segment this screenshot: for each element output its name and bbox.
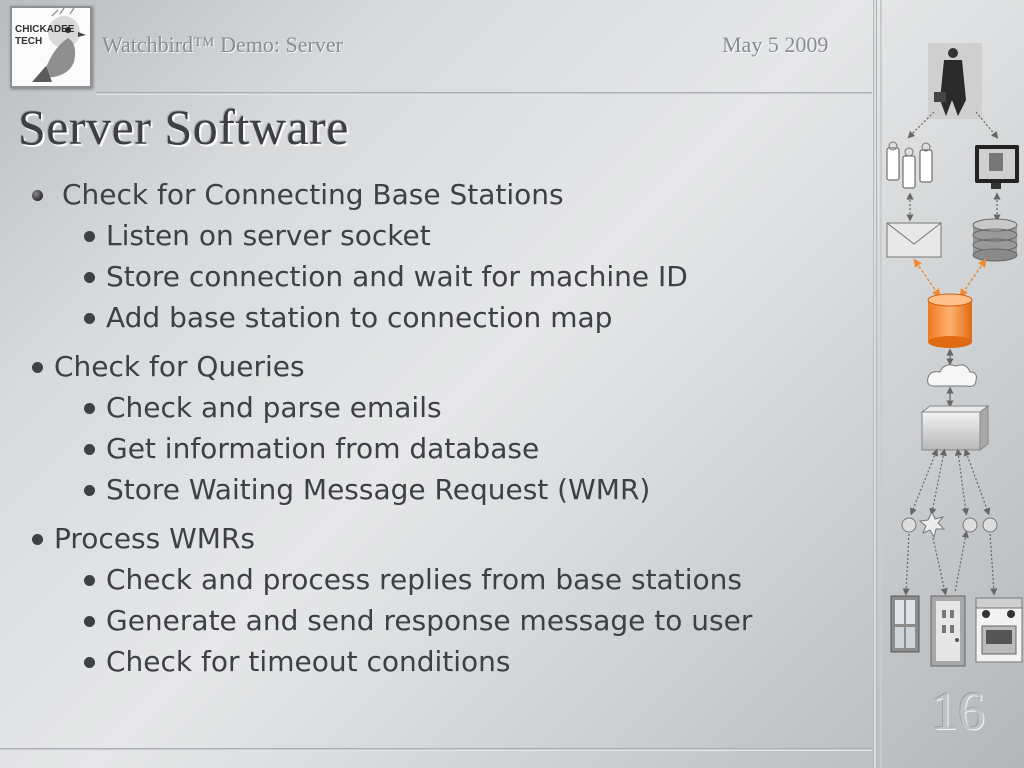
sub-bullet-item: Store Waiting Message Request (WMR): [28, 469, 868, 510]
stove-icon: [975, 597, 1023, 663]
header-title: Watchbird™ Demo: Server: [102, 32, 343, 57]
sub-bullet-item: Store connection and wait for machine ID: [28, 256, 868, 297]
sensor-node-icon: [901, 510, 998, 539]
architecture-diagram: [886, 43, 1023, 667]
mobile-devices-icon: [886, 141, 933, 189]
footer-rule: [0, 748, 872, 751]
sub-bullet-item: Check for timeout conditions: [28, 641, 868, 682]
bullet-item: Process WMRs: [28, 518, 868, 559]
header-rule: [96, 92, 872, 95]
door-icon: [930, 595, 966, 667]
server-cylinder-icon: [927, 293, 973, 348]
person-photo-icon: [928, 43, 982, 119]
logo-line2: TECH: [15, 36, 43, 47]
database-icon: [972, 218, 1018, 262]
bullet-item: Check for Queries: [28, 346, 868, 387]
computer-monitor-icon: [975, 145, 1019, 189]
window-icon: [890, 595, 920, 653]
envelope-icon: [886, 222, 942, 258]
bullet-item: Check for Connecting Base Stations: [28, 174, 868, 215]
vertical-divider: [873, 0, 877, 768]
sub-bullet-item: Check and parse emails: [28, 387, 868, 428]
bullet-list: Check for Connecting Base Stations Liste…: [28, 174, 868, 682]
cloud-icon: [927, 364, 977, 387]
logo-text: CHICKADEE TECH: [15, 24, 74, 48]
vertical-divider-secondary: [880, 0, 882, 768]
base-station-box-icon: [920, 405, 990, 451]
sub-bullet-item: Check and process replies from base stat…: [28, 559, 868, 600]
chickadee-tech-logo: CHICKADEE TECH: [10, 6, 92, 88]
header-date: May 5 2009: [722, 32, 829, 57]
slide-title: Server Software: [18, 99, 349, 155]
sub-bullet-item: Generate and send response message to us…: [28, 600, 868, 641]
logo-line1: CHICKADEE: [15, 24, 75, 35]
sub-bullet-item: Listen on server socket: [28, 215, 868, 256]
sub-bullet-item: Get information from database: [28, 428, 868, 469]
page-number: 16: [931, 681, 985, 741]
sub-bullet-item: Add base station to connection map: [28, 297, 868, 338]
